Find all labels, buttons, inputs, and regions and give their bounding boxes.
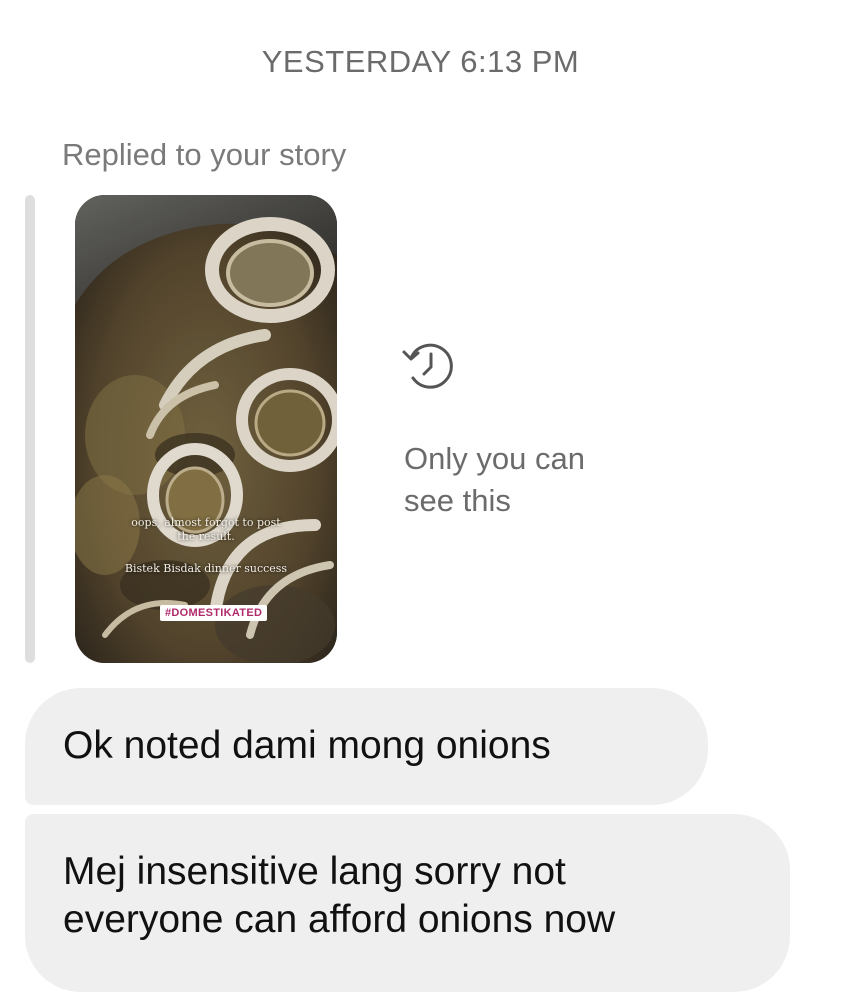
story-hashtag-sticker: #DOMESTIKATED [160, 605, 268, 621]
message-text: Ok noted dami mong onions [63, 724, 551, 767]
story-photo [75, 195, 337, 663]
reply-indicator-bar [25, 195, 35, 663]
history-icon [402, 343, 453, 389]
story-thumbnail[interactable]: oops, almost forgot to post the result. … [75, 195, 337, 663]
story-reply-label: Replied to your story [62, 137, 347, 172]
expired-story-note: Only you can see this [404, 438, 585, 522]
message-text-line1: Mej insensitive lang sorry not [63, 850, 566, 893]
story-caption-line2: the result. [177, 530, 235, 543]
message-text-line2: everyone can afford onions now [63, 898, 616, 941]
story-caption-line3: Bistek Bisdak dinner success [124, 562, 288, 575]
message-bubble[interactable]: Mej insensitive lang sorry not everyone … [25, 814, 790, 992]
expired-note-line1: Only you can [404, 441, 585, 476]
message-bubble[interactable]: Ok noted dami mong onions [25, 688, 708, 805]
timestamp: YESTERDAY 6:13 PM [261, 44, 580, 79]
expired-note-line2: see this [404, 483, 511, 518]
story-caption-line1: oops, almost forgot to post [131, 516, 281, 529]
